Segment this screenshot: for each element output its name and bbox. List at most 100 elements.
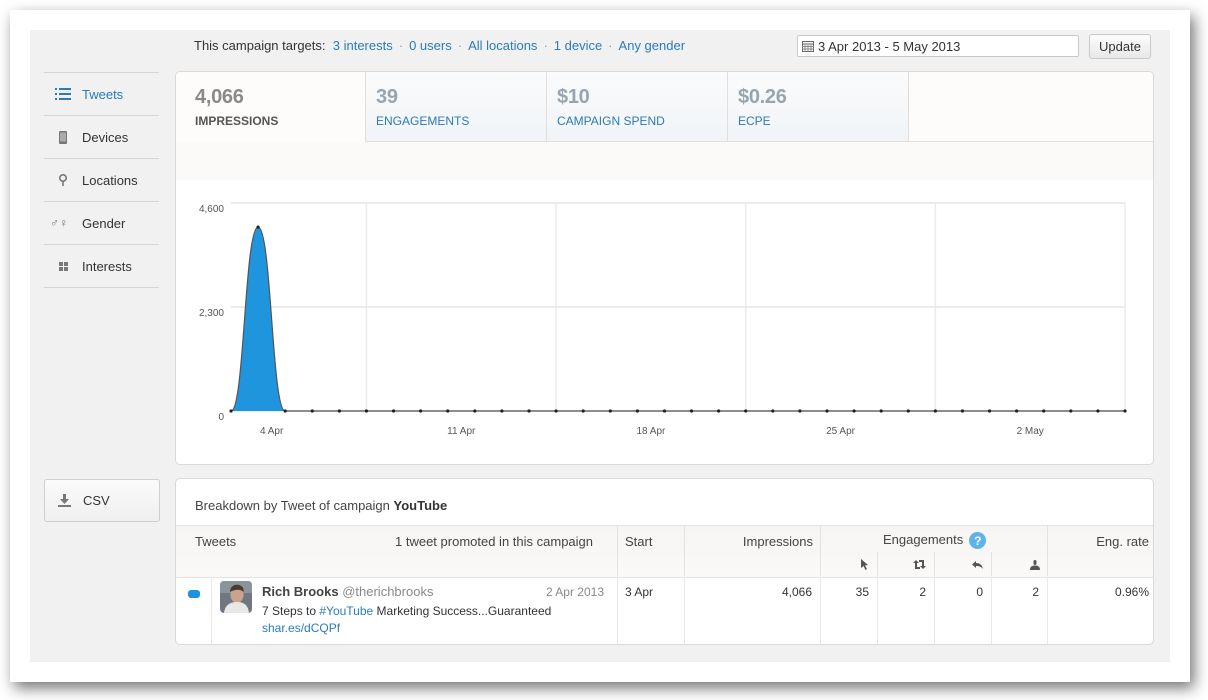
data-point (1096, 409, 1100, 413)
date-range-input[interactable]: 3 Apr 2013 - 5 May 2013 (797, 35, 1079, 57)
data-point (1015, 409, 1019, 413)
author-name[interactable]: Rich Brooks (262, 584, 339, 599)
separator: · (457, 38, 463, 53)
tab-campaign-spend[interactable]: $10 CAMPAIGN SPEND (547, 72, 728, 142)
x-tick-label: 4 Apr (260, 426, 284, 437)
csv-label: CSV (83, 493, 110, 508)
list-icon (44, 88, 82, 100)
chart-header-band (176, 142, 1153, 180)
clicks-cell: 35 (820, 576, 877, 644)
start-cell: 3 Apr (617, 576, 684, 644)
col-impressions[interactable]: Impressions (684, 526, 820, 577)
replies-cell: 0 (934, 576, 991, 644)
target-device-link[interactable]: 1 device (554, 38, 602, 53)
tab-label: IMPRESSIONS (195, 114, 279, 128)
separator: · (398, 38, 404, 53)
separator: · (543, 38, 548, 53)
eng-rate-cell: 0.96% (1047, 576, 1153, 644)
tab-engagements[interactable]: 39 ENGAGEMENTS (366, 72, 547, 142)
data-point (391, 409, 396, 413)
x-tick-label: 18 Apr (636, 426, 666, 437)
target-locations-link[interactable]: All locations (468, 38, 537, 53)
tweet-author: Rich Brooks @therichbrooks (262, 584, 433, 599)
header-engagements: Engagements (883, 532, 964, 547)
col-replies[interactable] (934, 552, 991, 577)
tab-value: $0.26 (738, 86, 787, 108)
map-pin-icon (44, 174, 82, 186)
data-point (527, 409, 531, 413)
csv-download-button[interactable]: CSV (44, 479, 160, 522)
series-line (230, 226, 1125, 412)
x-tick-label: 11 Apr (447, 426, 476, 437)
data-point (906, 409, 910, 413)
data-point (717, 409, 721, 413)
impressions-chart: 0 2,300 4,600 4 Apr 11 Apr 18 Apr 25 Apr 2 May (199, 202, 1127, 437)
avatar[interactable] (220, 581, 252, 613)
header-impressions: Impressions (742, 534, 813, 549)
sidebar-item-devices[interactable]: Devices (44, 116, 159, 159)
header-promoted-count: 1 tweet promoted in this campaign (395, 534, 593, 549)
table-row[interactable]: Rich Brooks @therichbrooks 2 Apr 2013 7 … (176, 576, 1153, 644)
calendar-icon (802, 40, 814, 52)
col-start[interactable]: Start (617, 526, 684, 577)
tab-ecpe[interactable]: $0.26 ECPE (728, 72, 909, 142)
sidebar-item-interests[interactable]: Interests (44, 245, 159, 288)
sidebar-item-label: Gender (82, 215, 126, 231)
targets-prefix: This campaign targets: (194, 38, 326, 53)
author-handle[interactable]: @therichbrooks (342, 584, 433, 599)
gender-icon: ♂♀ (50, 216, 68, 230)
target-interests-link[interactable]: 3 interests (333, 38, 393, 53)
data-point (1042, 409, 1046, 413)
impressions-cell: 4,066 (684, 576, 820, 644)
follow-icon (1030, 559, 1040, 570)
data-point (1069, 409, 1073, 413)
tabs-filler (909, 72, 1153, 142)
sidebar-item-label: Tweets (82, 86, 124, 102)
sidebar-item-gender[interactable]: ♂♀ Gender (44, 202, 159, 245)
table-header: Tweets 1 tweet promoted in this campaign… (176, 525, 1153, 578)
download-icon (45, 494, 83, 507)
hashtag-link[interactable]: #YouTube (319, 604, 373, 618)
sidebar-item-label: Devices (82, 129, 129, 145)
update-button[interactable]: Update (1089, 34, 1151, 59)
tab-value: 39 (376, 86, 398, 108)
data-point (256, 225, 260, 229)
target-gender-link[interactable]: Any gender (619, 38, 686, 53)
data-point (879, 409, 883, 413)
data-point (337, 409, 341, 413)
series-color-chip (188, 590, 200, 598)
data-point (771, 409, 775, 413)
sidebar-item-tweets[interactable]: Tweets (44, 73, 159, 116)
tweet-cell: Rich Brooks @therichbrooks 2 Apr 2013 7 … (211, 576, 617, 644)
header-start: Start (625, 534, 653, 549)
area-fill (231, 227, 1125, 411)
data-point (798, 409, 802, 413)
data-point (608, 409, 612, 413)
breakdown-title: Breakdown by Tweet of campaign YouTube (195, 498, 447, 513)
col-clicks[interactable] (820, 552, 877, 577)
col-tweets: Tweets 1 tweet promoted in this campaign (176, 526, 617, 577)
target-users-link[interactable]: 0 users (409, 38, 452, 53)
data-point (229, 409, 233, 413)
col-eng-rate[interactable]: Eng. rate (1047, 526, 1153, 577)
tweet-url-link[interactable]: shar.es/dCQPf (262, 621, 340, 635)
tweet-text: 7 Steps to #YouTube Marketing Success...… (262, 604, 551, 618)
data-point (364, 409, 369, 413)
tweet-date: 2 Apr 2013 (545, 585, 604, 599)
header-eng-rate: Eng. rate (1096, 534, 1149, 549)
data-point (933, 409, 937, 413)
reply-icon (972, 560, 983, 569)
col-retweets[interactable] (877, 552, 934, 577)
sidebar-item-locations[interactable]: Locations (44, 159, 159, 202)
data-point (825, 409, 829, 413)
data-point (960, 409, 965, 413)
breakdown-title-prefix: Breakdown by Tweet of campaign (195, 498, 390, 513)
data-point (689, 409, 694, 413)
data-point (283, 409, 287, 413)
breakdown-card: Breakdown by Tweet of campaign YouTube T… (175, 478, 1154, 645)
tab-impressions[interactable]: 4,066 IMPRESSIONS (176, 72, 366, 142)
x-tick-label: 2 May (1017, 426, 1044, 437)
help-icon[interactable]: ? (969, 532, 987, 550)
campaign-name: YouTube (393, 498, 448, 513)
col-follows[interactable] (991, 552, 1048, 577)
